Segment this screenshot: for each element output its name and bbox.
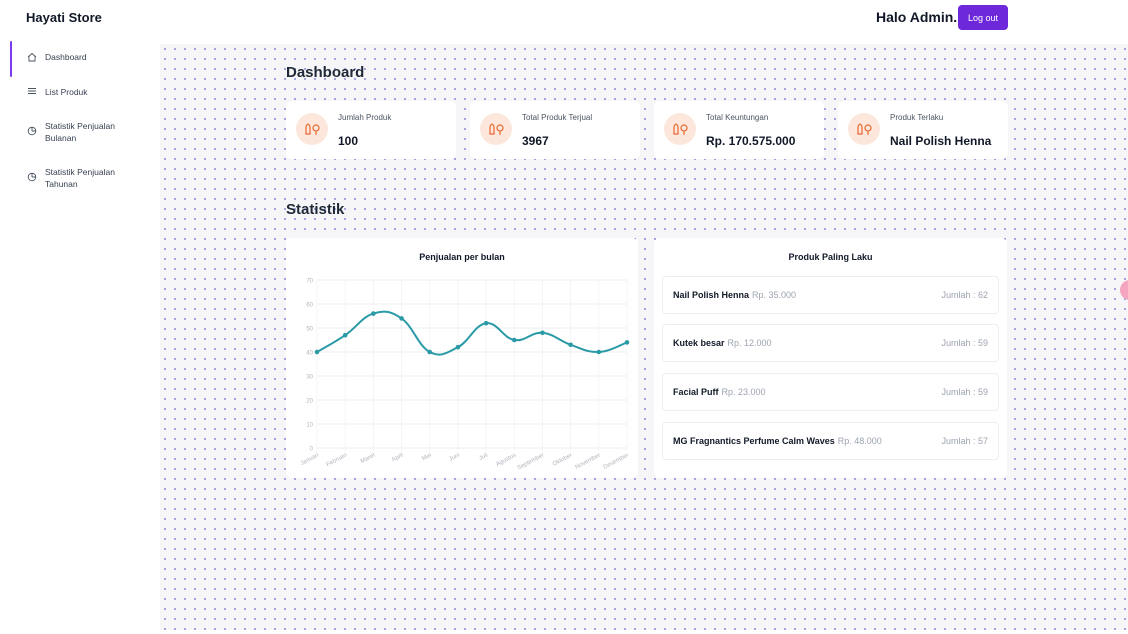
active-indicator xyxy=(10,41,12,77)
y-tick-label: 50 xyxy=(306,327,313,333)
stat-value: Rp. 170.575.000 xyxy=(706,134,796,148)
product-name-wrap: Facial Puff Rp. 23.000 xyxy=(673,387,766,397)
sidebar-item-label: Statistik Penjualan Tahunan xyxy=(45,167,115,189)
product-price: Rp. 23.000 xyxy=(721,387,766,397)
data-point xyxy=(483,320,489,326)
stat-label: Jumlah Produk xyxy=(338,113,392,122)
x-tick-label: Agustus xyxy=(495,452,517,467)
chart-title: Penjualan per bulan xyxy=(419,252,505,262)
stat-card-total-keuntungan: Total Keuntungan Rp. 170.575.000 xyxy=(654,101,824,159)
statistik-title: Statistik xyxy=(286,201,345,218)
sidebar-item-statistik-bulanan[interactable]: Statistik Penjualan Bulanan xyxy=(0,114,160,150)
stat-card-total-terjual: Total Produk Terjual 3967 xyxy=(470,101,640,159)
y-tick-label: 20 xyxy=(306,399,313,405)
product-name: MG Fragnantics Perfume Calm Waves xyxy=(673,436,835,446)
sidebar-item-dashboard[interactable]: Dashboard xyxy=(0,40,160,78)
data-point xyxy=(399,316,404,321)
stat-card-produk-terlaku: Produk Terlaku Nail Polish Henna xyxy=(838,101,1008,159)
data-point xyxy=(371,311,376,316)
product-qty: Jumlah : 59 xyxy=(941,338,988,348)
data-point xyxy=(624,340,630,345)
brand-title: Hayati Store xyxy=(26,10,102,25)
sidebar-item-list-produk[interactable]: List Produk xyxy=(0,78,160,106)
stat-value: Nail Polish Henna xyxy=(890,134,992,148)
cosmetics-icon xyxy=(848,113,880,145)
y-tick-label: 0 xyxy=(310,447,314,453)
chart-panel: Penjualan per bulan 0 10 20 30 40 50 60 70 Janua… xyxy=(286,238,638,478)
home-icon xyxy=(27,52,37,62)
cosmetics-icon xyxy=(296,113,328,145)
product-price: Rp. 35.000 xyxy=(752,290,797,300)
x-tick-label: Oktober xyxy=(552,452,574,467)
x-tick-label: Juli xyxy=(478,452,489,462)
data-point xyxy=(511,337,517,343)
greeting-text: Halo Admin. xyxy=(876,9,958,25)
sidebar-item-label: List Produk xyxy=(45,87,88,97)
list-item[interactable]: Nail Polish Henna Rp. 35.000 Jumlah : 62 xyxy=(662,276,999,314)
product-name-wrap: MG Fragnantics Perfume Calm Waves Rp. 48.… xyxy=(673,436,882,446)
sidebar: Dashboard List Produk Statistik Penjuala… xyxy=(0,40,160,634)
y-tick-label: 60 xyxy=(306,303,313,309)
cosmetics-icon xyxy=(664,113,696,145)
product-qty: Jumlah : 57 xyxy=(941,436,988,446)
list-item[interactable]: Kutek besar Rp. 12.000 Jumlah : 59 xyxy=(662,324,999,362)
line-chart: 0 10 20 30 40 50 60 70 Januari Februari Maret April… xyxy=(300,279,630,472)
list-item[interactable]: Facial Puff Rp. 23.000 Jumlah : 59 xyxy=(662,373,999,411)
x-tick-label: November xyxy=(574,452,601,470)
product-qty: Jumlah : 62 xyxy=(941,290,988,300)
logout-button[interactable]: Log out xyxy=(958,5,1008,30)
sidebar-item-label: Dashboard xyxy=(45,52,87,62)
data-point xyxy=(342,332,348,338)
best-products-title: Produk Paling Laku xyxy=(788,252,873,262)
pie-chart-icon xyxy=(27,126,37,136)
stat-card-jumlah-produk: Jumlah Produk 100 xyxy=(286,101,456,159)
data-point xyxy=(455,344,461,350)
list-item[interactable]: MG Fragnantics Perfume Calm Waves Rp. 48.… xyxy=(662,422,999,460)
stat-label: Total Produk Terjual xyxy=(522,113,593,122)
top-bar: Hayati Store Halo Admin. Log out xyxy=(0,0,1128,40)
y-tick-label: 30 xyxy=(306,375,313,381)
product-name: Kutek besar xyxy=(673,338,725,348)
data-point xyxy=(427,349,433,355)
sidebar-item-statistik-tahunan[interactable]: Statistik Penjualan Tahunan xyxy=(0,160,160,196)
x-tick-label: Mei xyxy=(421,452,432,462)
dashboard-title: Dashboard xyxy=(286,64,365,81)
y-tick-label: 10 xyxy=(306,423,313,429)
product-name-wrap: Nail Polish Henna Rp. 35.000 xyxy=(673,290,796,300)
product-name: Facial Puff xyxy=(673,387,719,397)
product-price: Rp. 12.000 xyxy=(727,338,772,348)
stat-label: Total Keuntungan xyxy=(706,113,769,122)
x-tick-label: September xyxy=(517,452,546,471)
x-tick-label: Maret xyxy=(360,452,377,465)
data-point xyxy=(314,349,320,355)
y-tick-label: 70 xyxy=(306,279,313,285)
product-name-wrap: Kutek besar Rp. 12.000 xyxy=(673,338,772,348)
data-point xyxy=(540,330,545,336)
data-point xyxy=(568,342,573,348)
stat-value: 3967 xyxy=(522,134,549,148)
x-tick-label: Februari xyxy=(326,452,349,468)
product-price: Rp. 48.000 xyxy=(837,436,882,446)
series-line xyxy=(316,310,628,356)
y-tick-label: 40 xyxy=(306,351,313,357)
list-icon xyxy=(28,88,36,94)
data-point xyxy=(596,349,602,355)
cosmetics-icon xyxy=(480,113,512,145)
best-products-panel: Produk Paling Laku Nail Polish Henna Rp. … xyxy=(654,238,1007,478)
stat-value: 100 xyxy=(338,134,359,148)
x-tick-label: Januari xyxy=(300,452,320,467)
x-tick-label: April xyxy=(391,452,404,463)
pie-chart-icon xyxy=(27,172,37,182)
product-qty: Jumlah : 59 xyxy=(941,387,988,397)
x-tick-label: Juni xyxy=(448,452,461,462)
product-name: Nail Polish Henna xyxy=(673,290,750,300)
sidebar-item-label: Statistik Penjualan Bulanan xyxy=(45,121,115,143)
stat-label: Produk Terlaku xyxy=(890,113,944,122)
x-tick-label: Desember xyxy=(603,452,630,470)
